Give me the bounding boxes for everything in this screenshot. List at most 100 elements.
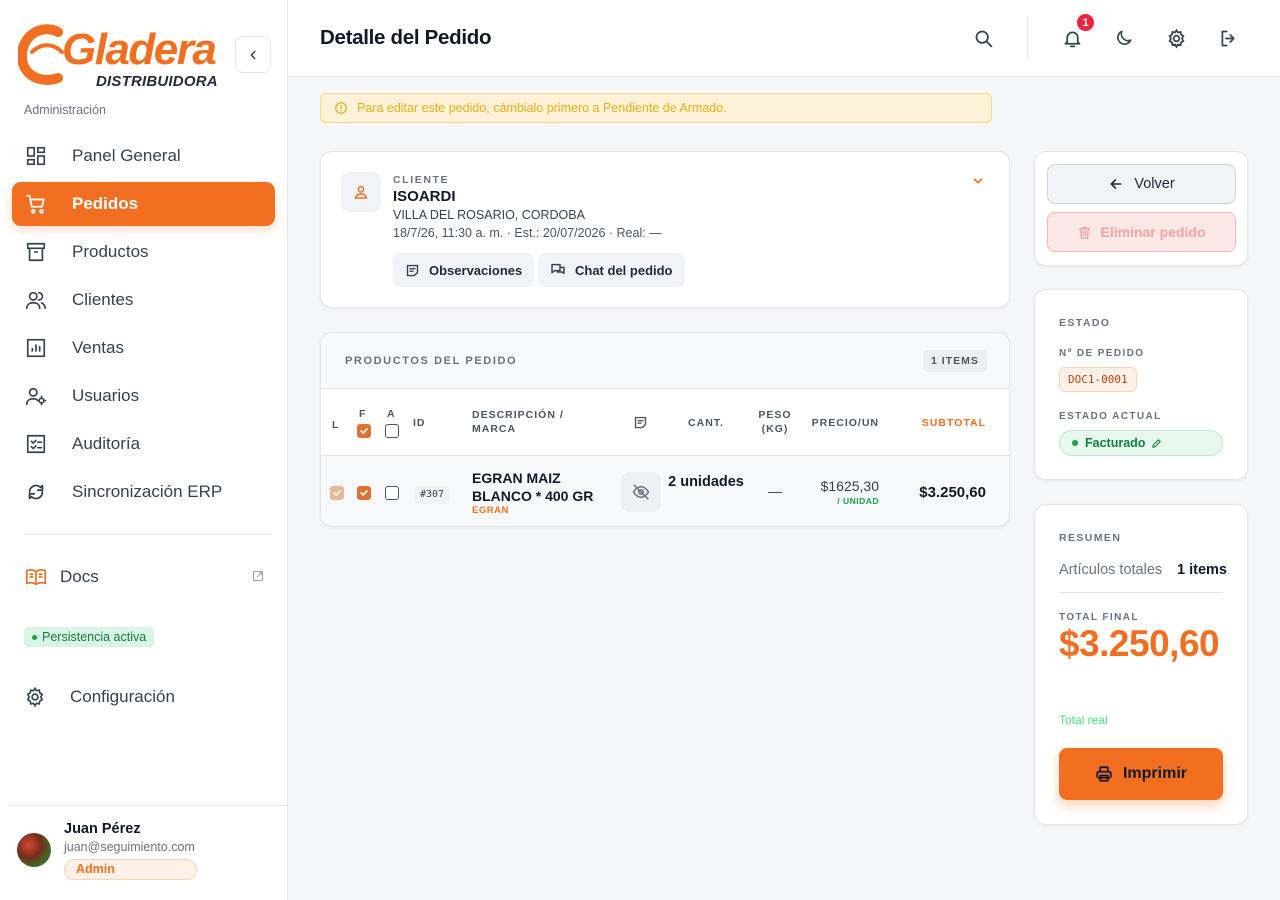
col-header-a: A: [387, 408, 396, 420]
notification-badge: 1: [1077, 14, 1094, 31]
order-number: DOC1-0001: [1059, 367, 1137, 392]
status-card: ESTADO Nº DE PEDIDO DOC1-0001 ESTADO ACT…: [1034, 289, 1248, 480]
total-final-value: $3.250,60: [1059, 623, 1220, 664]
bell-icon: [1064, 31, 1080, 47]
search-button[interactable]: [971, 26, 995, 50]
top-header: Detalle del Pedido 1: [288, 0, 1280, 77]
dashboard-icon: [24, 144, 48, 168]
product-id: #307: [414, 486, 451, 504]
settings-button[interactable]: [1164, 26, 1188, 50]
check-icon: [360, 490, 368, 496]
client-label: CLIENTE: [393, 174, 450, 186]
summary-card: RESUMEN Artículos totales 1 items TOTAL …: [1034, 504, 1248, 825]
order-number-label: Nº DE PEDIDO: [1059, 348, 1145, 359]
chart-icon: [24, 336, 48, 360]
sidebar-item-label: Panel General: [72, 146, 181, 165]
persistence-badge: Persistencia activa: [24, 627, 155, 647]
row-f-checkbox[interactable]: [357, 486, 371, 500]
header-divider: [1027, 16, 1028, 60]
col-header-qty: CANT.: [688, 417, 724, 429]
current-status-label: ESTADO ACTUAL: [1059, 411, 1162, 422]
sidebar-item-ventas[interactable]: Ventas: [12, 326, 275, 370]
back-button[interactable]: Volver: [1047, 164, 1236, 204]
actions-card: Volver Eliminar pedido: [1034, 151, 1248, 266]
printer-icon: [1095, 765, 1113, 783]
product-description: EGRAN MAIZ BLANCO * 400 GR: [472, 470, 594, 504]
col-header-f: F: [359, 408, 367, 420]
status-badge[interactable]: Facturado: [1059, 430, 1223, 456]
sidebar-item-clientes[interactable]: Clientes: [12, 278, 275, 322]
user-profile[interactable]: Juan Pérez juan@seguimiento.com Admin: [8, 805, 288, 900]
product-weight: —: [768, 483, 782, 499]
theme-toggle-button[interactable]: [1112, 26, 1136, 50]
sidebar-item-label: Pedidos: [72, 194, 139, 213]
sidebar-item-docs[interactable]: Docs: [24, 564, 264, 590]
items-count-badge: 1 ITEMS: [923, 350, 987, 372]
collapse-sidebar-button[interactable]: [235, 36, 271, 73]
user-gear-icon: [24, 384, 48, 408]
col-header-notes: [633, 415, 648, 430]
book-icon: [24, 566, 48, 588]
row-l-checkbox[interactable]: [330, 486, 344, 500]
logo-wordmark: Gladera: [62, 25, 217, 74]
sidebar-item-panel-general[interactable]: Panel General: [12, 134, 275, 178]
delete-order-button[interactable]: Eliminar pedido: [1047, 212, 1236, 252]
sidebar-item-auditoria[interactable]: Auditoría: [12, 422, 275, 466]
role-badge: Admin: [64, 859, 197, 880]
select-all-f-checkbox[interactable]: [357, 424, 371, 438]
users-icon: [24, 288, 48, 312]
summary-divider: [1059, 592, 1223, 593]
sidebar-item-label: Productos: [72, 242, 149, 261]
moon-icon: [1117, 30, 1132, 45]
avatar: [17, 833, 51, 867]
total-final-label: TOTAL FINAL: [1059, 612, 1139, 623]
sync-icon: [24, 480, 48, 504]
chevron-down-icon: [973, 178, 983, 184]
alert-text: Para editar este pedido, cámbialo primer…: [357, 101, 727, 115]
eye-off-icon: [632, 484, 650, 500]
select-all-a-checkbox[interactable]: [385, 424, 399, 438]
edit-warning-alert: Para editar este pedido, cámbialo primer…: [320, 93, 992, 123]
articles-total-label: Artículos totales: [1059, 562, 1163, 578]
total-real-label: Total real: [1059, 713, 1108, 727]
price-unit-label: / UNIDAD: [837, 496, 879, 506]
check-icon: [333, 490, 341, 496]
note-icon: [405, 263, 420, 278]
sidebar-item-sincronizacion-erp[interactable]: Sincronización ERP: [12, 470, 275, 514]
sidebar-item-usuarios[interactable]: Usuarios: [12, 374, 275, 418]
order-chat-button[interactable]: Chat del pedido: [538, 253, 685, 287]
info-icon: [334, 101, 348, 115]
cart-icon: [24, 192, 48, 216]
col-header-weight: PESO (KG): [758, 409, 792, 435]
articles-total-value: 1 items: [1177, 562, 1227, 578]
archive-icon: [24, 240, 48, 264]
checklist-icon: [24, 432, 48, 456]
status-title: ESTADO: [1059, 317, 1111, 329]
expand-client-button[interactable]: [971, 174, 985, 188]
order-dates: 18/7/26, 11:30 a. m. · Est.: 20/07/2026 …: [393, 226, 662, 240]
product-subtotal: $3.250,60: [919, 484, 986, 501]
user-name: Juan Pérez: [64, 821, 141, 837]
print-button[interactable]: Imprimir: [1059, 748, 1223, 800]
col-header-price: PRECIO/UN: [811, 417, 879, 429]
row-a-checkbox[interactable]: [385, 486, 399, 500]
col-header-id: ID: [413, 417, 426, 429]
sidebar-item-productos[interactable]: Productos: [12, 230, 275, 274]
toggle-visibility-button[interactable]: [621, 472, 661, 512]
product-brand: EGRAN: [472, 505, 509, 516]
logout-button[interactable]: [1216, 26, 1240, 50]
sidebar-item-pedidos[interactable]: Pedidos: [12, 182, 275, 226]
logo-subtitle: DISTRIBUIDORA: [96, 73, 218, 90]
table-row[interactable]: #307 EGRAN MAIZ BLANCO * 400 GR EGRAN 2 …: [321, 455, 1009, 526]
sidebar-item-label: Sincronización ERP: [72, 482, 223, 501]
page-title: Detalle del Pedido: [320, 26, 492, 49]
search-icon: [975, 30, 992, 47]
external-link-icon: [252, 570, 264, 582]
brand-logo[interactable]: Gladera DISTRIBUIDORA: [18, 22, 218, 92]
sidebar-item-configuracion[interactable]: Configuración: [24, 684, 175, 710]
sidebar-item-label: Clientes: [72, 290, 134, 309]
config-label: Configuración: [70, 687, 175, 706]
observations-button[interactable]: Observaciones: [393, 253, 535, 287]
pencil-icon: [1151, 438, 1162, 449]
product-unit-price: $1625,30: [820, 478, 879, 494]
